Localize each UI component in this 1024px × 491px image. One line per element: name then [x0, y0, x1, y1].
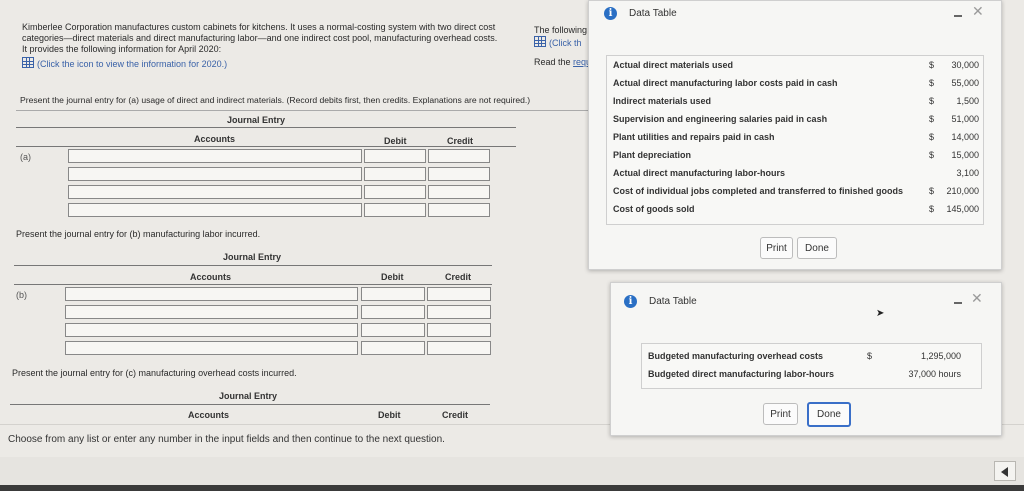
account-input[interactable]	[65, 323, 358, 337]
bottom-nav	[0, 457, 1024, 485]
col-debit-b: Debit	[381, 272, 404, 282]
credit-input[interactable]	[428, 167, 490, 181]
info-icon: i	[624, 295, 637, 308]
col-debit-a: Debit	[384, 136, 407, 146]
divider	[14, 265, 492, 266]
footer-hint: Choose from any list or enter any number…	[8, 434, 445, 445]
col-accounts-c: Accounts	[188, 410, 230, 418]
account-input[interactable]	[65, 305, 358, 319]
credit-input[interactable]	[428, 203, 490, 217]
minimize-icon[interactable]	[954, 302, 962, 304]
intro-line-2: categories—direct materials and direct m…	[22, 33, 498, 43]
table-row: Budgeted direct manufacturing labor-hour…	[648, 369, 961, 379]
table-row: Plant utilities and repairs paid in cash…	[613, 132, 979, 142]
credit-input[interactable]	[427, 305, 491, 319]
credit-input[interactable]	[428, 149, 490, 163]
part-b-prompt: Present the journal entry for (b) manufa…	[16, 229, 261, 239]
table-row: Supervision and engineering salaries pai…	[613, 114, 979, 124]
triangle-left-icon	[1001, 467, 1008, 477]
table-row: Actual direct manufacturing labor-hours 3…	[613, 168, 979, 178]
table-row: Cost of individual jobs completed and tr…	[613, 186, 979, 196]
done-button[interactable]: Done	[807, 402, 851, 427]
data-table: Budgeted manufacturing overhead costs $1,…	[641, 343, 982, 389]
credit-input[interactable]	[427, 287, 491, 301]
credit-input[interactable]	[427, 323, 491, 337]
divider	[10, 404, 490, 405]
credit-input[interactable]	[428, 185, 490, 199]
account-input[interactable]	[65, 341, 358, 355]
account-input[interactable]	[68, 149, 362, 163]
table-row: Indirect materials used $1,500	[613, 96, 979, 106]
account-input[interactable]	[68, 185, 362, 199]
col-credit-a: Credit	[447, 136, 474, 146]
info-link[interactable]: (Click the icon to view the information …	[22, 57, 527, 70]
part-b-label: (b)	[16, 290, 27, 300]
done-button[interactable]: Done	[797, 237, 837, 259]
table-icon[interactable]	[534, 36, 546, 47]
col-debit-c: Debit	[378, 410, 401, 418]
col-accounts-b: Accounts	[190, 272, 232, 282]
journal-entry-title-c: Journal Entry	[219, 391, 278, 401]
info-icon: i	[604, 7, 617, 20]
back-button[interactable]	[994, 461, 1016, 481]
divider	[16, 127, 516, 128]
debit-input[interactable]	[361, 287, 425, 301]
cursor-arrow-icon: ➤	[876, 308, 885, 319]
account-input[interactable]	[68, 203, 362, 217]
intro-line-3: It provides the following information fo…	[22, 44, 222, 54]
table-row: Plant depreciation $15,000	[613, 150, 979, 160]
debit-input[interactable]	[364, 185, 426, 199]
table-row: Cost of goods sold $145,000	[613, 204, 979, 214]
divider	[16, 110, 590, 111]
col-credit-b: Credit	[445, 272, 472, 282]
data-table-dialog-1: i Data Table ✕ Actual direct materials u…	[588, 0, 1002, 270]
intro-line-1: Kimberlee Corporation manufactures custo…	[22, 22, 496, 32]
debit-input[interactable]	[361, 323, 425, 337]
problem-intro: Kimberlee Corporation manufactures custo…	[22, 22, 527, 70]
divider	[16, 146, 516, 147]
journal-entry-title-b: Journal Entry	[223, 252, 282, 262]
dialog-title: Data Table	[649, 296, 697, 307]
side-info-link[interactable]: (Click th	[534, 36, 591, 49]
journal-entry-title-a: Journal Entry	[227, 115, 286, 125]
part-c-header-clip: Accounts Debit Credit	[0, 410, 600, 418]
data-table-dialog-2: i Data Table ✕ ➤ Budgeted manufacturing …	[610, 282, 1002, 436]
account-input[interactable]	[65, 287, 358, 301]
account-input[interactable]	[68, 167, 362, 181]
close-icon[interactable]: ✕	[972, 4, 984, 18]
debit-input[interactable]	[361, 341, 425, 355]
data-table: Actual direct materials used $30,000 Actu…	[606, 55, 984, 225]
part-c-prompt: Present the journal entry for (c) manufa…	[12, 368, 297, 378]
table-row: Actual direct manufacturing labor costs …	[613, 78, 979, 88]
credit-input[interactable]	[427, 341, 491, 355]
debit-input[interactable]	[364, 167, 426, 181]
print-button[interactable]: Print	[763, 403, 798, 425]
close-icon[interactable]: ✕	[971, 291, 983, 305]
col-credit-c: Credit	[442, 410, 469, 418]
table-row: Actual direct materials used $30,000	[613, 60, 979, 70]
part-a-prompt: Present the journal entry for (a) usage …	[20, 95, 531, 105]
dialog-title: Data Table	[629, 8, 677, 19]
side-text: The following (Click th Read the requ	[534, 25, 592, 67]
divider	[14, 284, 492, 285]
minimize-icon[interactable]	[954, 15, 962, 17]
debit-input[interactable]	[361, 305, 425, 319]
col-accounts-a: Accounts	[194, 134, 236, 144]
table-icon[interactable]	[22, 57, 34, 68]
debit-input[interactable]	[364, 203, 426, 217]
window-edge	[0, 485, 1024, 491]
debit-input[interactable]	[364, 149, 426, 163]
print-button[interactable]: Print	[760, 237, 793, 259]
part-a-label: (a)	[20, 152, 31, 162]
table-row: Budgeted manufacturing overhead costs $1,…	[648, 351, 961, 361]
